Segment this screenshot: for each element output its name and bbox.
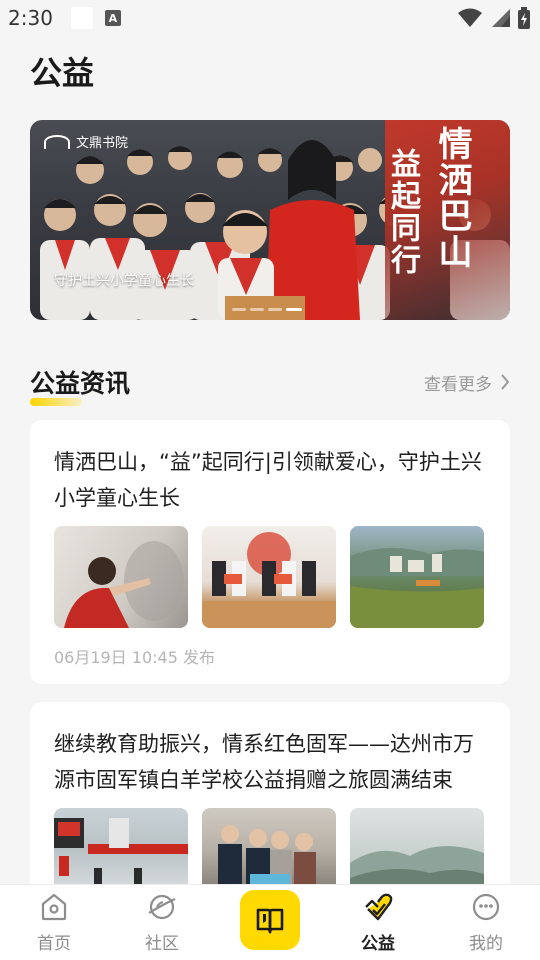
thumbnail-photo-painting	[64, 541, 184, 628]
tab-label: 社区	[145, 934, 179, 954]
section-title: 公益资讯	[30, 364, 131, 406]
carousel-dot[interactable]	[250, 308, 264, 311]
academy-logo-icon	[44, 134, 70, 149]
book-icon	[256, 908, 284, 934]
section-title-accent	[30, 398, 82, 406]
tab-label: 公益	[361, 934, 395, 954]
center-book-button[interactable]	[240, 890, 300, 950]
tab-label: 我的	[469, 934, 503, 954]
see-more-label: 查看更多	[424, 374, 492, 395]
news-thumbnail	[54, 526, 188, 628]
carousel-dot[interactable]	[268, 308, 282, 311]
wifi-icon	[458, 8, 482, 27]
banner-logo: 文鼎书院	[44, 132, 128, 151]
home-icon	[41, 893, 67, 921]
battery-charging-icon	[518, 7, 530, 29]
news-card-meta: 06月19日 10:45 发布	[54, 648, 216, 667]
news-card-title: 继续教育助振兴，情系红色固军——达州市万源市固军镇白羊学校公益捐赠之旅圆满结束	[54, 732, 474, 792]
chevron-right-icon	[501, 374, 510, 390]
tab-community[interactable]: 社区	[108, 885, 216, 960]
status-icons	[458, 7, 530, 29]
heart-check-icon	[365, 893, 393, 921]
tab-label: 首页	[37, 934, 71, 954]
news-thumbnail	[202, 526, 336, 628]
banner-calligraphy-1: 情洒巴山	[432, 126, 472, 270]
a-icon: A	[104, 10, 121, 26]
banner-calligraphy-2: 益起同行	[385, 148, 420, 276]
notification-square-icon	[70, 7, 93, 29]
news-card-thumbnails	[54, 526, 486, 628]
signal-icon	[492, 9, 510, 27]
banner-logo-text: 文鼎书院	[76, 136, 129, 151]
news-card[interactable]: 情洒巴山，“益”起同行|引领献爱心，守护土兴小学童心生长 06月19日 10:4…	[30, 420, 510, 684]
news-card-title: 情洒巴山，“益”起同行|引领献爱心，守护土兴小学童心生长	[54, 450, 482, 510]
thumbnail-photo-donation	[202, 532, 336, 628]
smile-icon	[472, 893, 500, 921]
tab-home[interactable]: 首页	[0, 885, 108, 960]
banner-carousel[interactable]: 情洒巴山 益起同行 文鼎书院 守护土兴小学童心生长	[30, 120, 510, 320]
page-title: 公益	[30, 54, 95, 92]
planet-icon	[148, 894, 176, 920]
news-thumbnail	[350, 526, 484, 628]
see-more-link[interactable]: 查看更多	[424, 370, 510, 395]
tab-charity[interactable]: 公益	[324, 885, 432, 960]
news-card[interactable]: 继续教育助振兴，情系红色固军——达州市万源市固军镇白羊学校公益捐赠之旅圆满结束	[30, 702, 510, 910]
thumbnail-photo-village	[350, 547, 484, 628]
section-title-text: 公益资讯	[30, 369, 131, 398]
status-bar: 2:30 A	[0, 0, 540, 36]
news-section-header: 公益资讯 查看更多	[30, 362, 510, 406]
carousel-indicator	[232, 308, 302, 311]
status-time: 2:30	[8, 6, 53, 30]
carousel-dot[interactable]	[232, 308, 246, 311]
carousel-dot-active[interactable]	[286, 308, 302, 311]
banner-caption: 守护土兴小学童心生长	[54, 273, 194, 289]
tab-mine[interactable]: 我的	[432, 885, 540, 960]
